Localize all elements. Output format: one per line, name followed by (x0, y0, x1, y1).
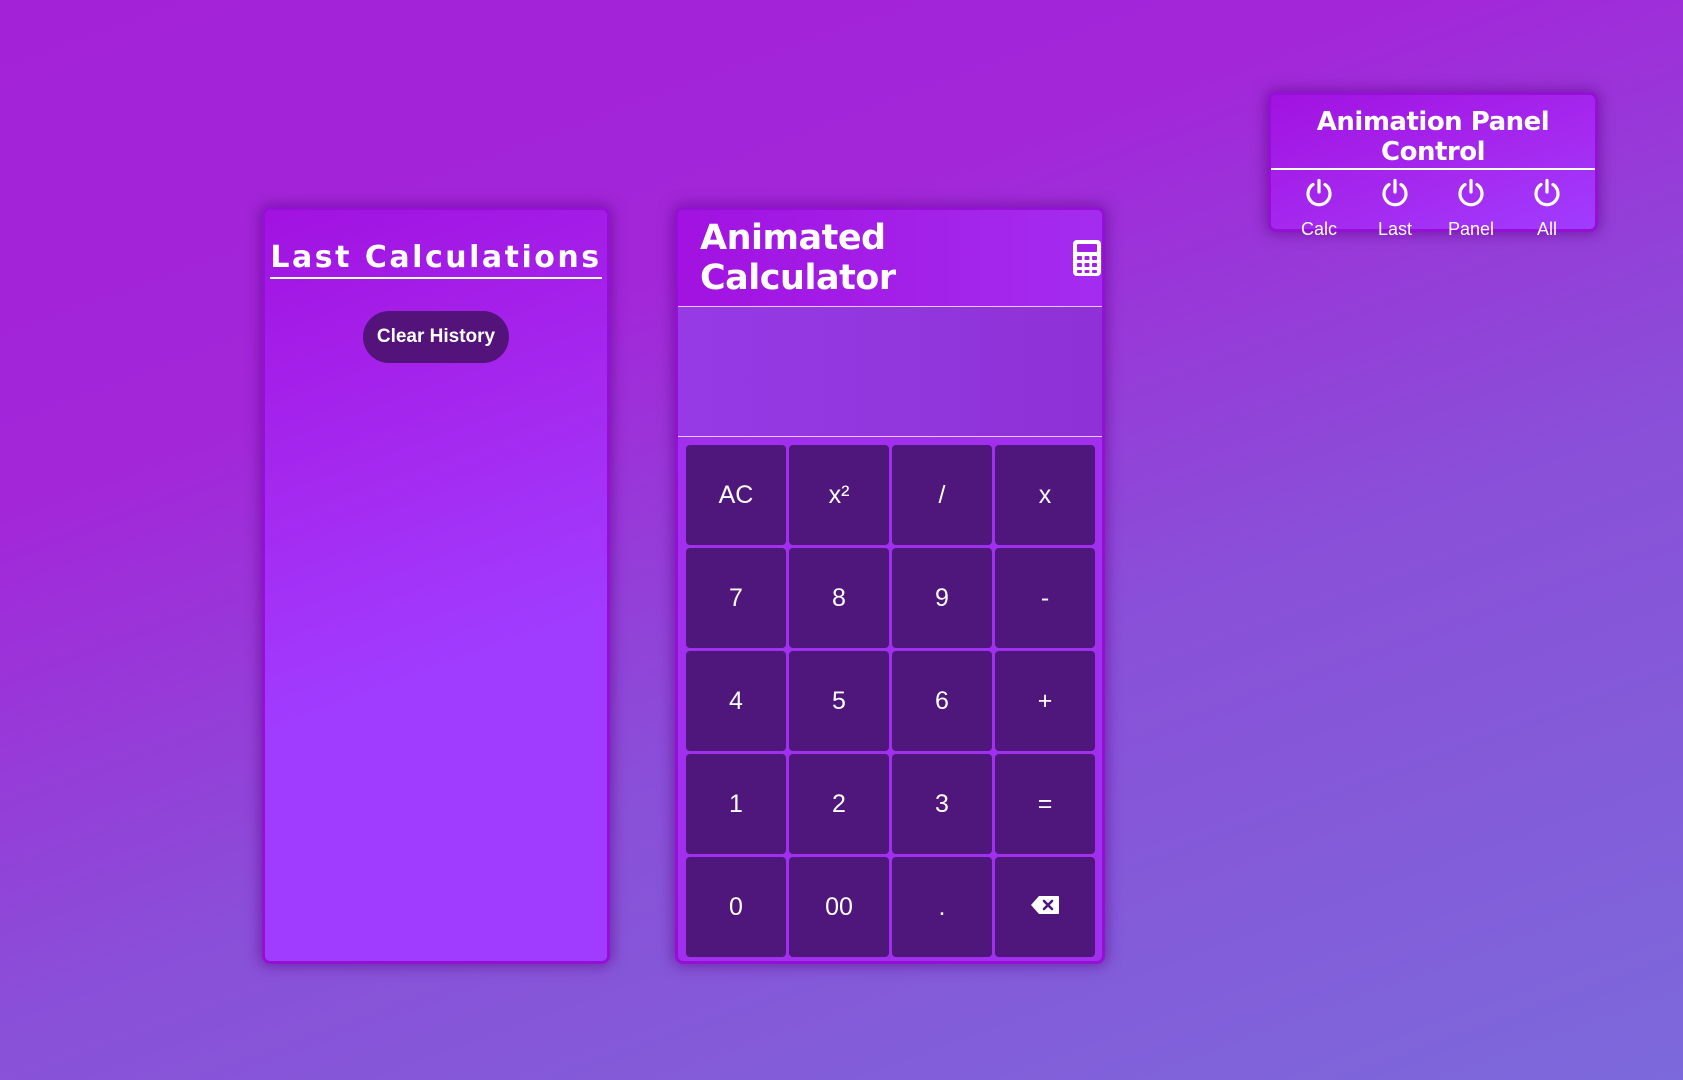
calculator-title: Animated Calculator (700, 218, 896, 298)
key-divide[interactable]: / (892, 445, 992, 545)
calculator-header: Animated Calculator (678, 210, 1102, 307)
toggle-panel[interactable]: Panel (1436, 178, 1506, 240)
key-clear-all[interactable]: AC (686, 445, 786, 545)
power-icon (1304, 178, 1334, 213)
calculator-keypad: AC x² / x 7 8 9- 4 5 6 +1 2 3 = 0 00. (678, 437, 1102, 957)
key-3[interactable]: 3 (892, 754, 992, 854)
key-2[interactable]: 2 (789, 754, 889, 854)
key-4[interactable]: 4 (686, 651, 786, 751)
key-subtract[interactable]: - (995, 548, 1095, 648)
toggle-last[interactable]: Last (1360, 178, 1430, 240)
calculator-icon (1072, 239, 1102, 277)
key-square[interactable]: x² (789, 445, 889, 545)
clear-history-button[interactable]: Clear History (363, 311, 509, 363)
key-0[interactable]: 0 (686, 857, 786, 957)
toggle-label: Last (1377, 219, 1413, 239)
backspace-icon (1030, 893, 1060, 922)
animation-toggles: Calc Last Panel All (1271, 170, 1595, 240)
toggle-label: All (1536, 219, 1557, 239)
key-add[interactable]: + (995, 651, 1095, 751)
power-icon (1532, 178, 1562, 213)
calculator-display (678, 307, 1102, 437)
key-8[interactable]: 8 (789, 548, 889, 648)
key-equals[interactable]: = (995, 754, 1095, 854)
key-5[interactable]: 5 (789, 651, 889, 751)
calculator-panel: Animated Calculator AC x² / x 7 8 9- 4 5 6 +1 2 3 = 0 0… (675, 207, 1105, 964)
key-multiply[interactable]: x (995, 445, 1095, 545)
history-title: Last Calculations (270, 240, 602, 279)
key-7[interactable]: 7 (686, 548, 786, 648)
toggle-calc[interactable]: Calc (1284, 178, 1354, 240)
key-9[interactable]: 9 (892, 548, 992, 648)
key-decimal[interactable]: . (892, 857, 992, 957)
key-6[interactable]: 6 (892, 651, 992, 751)
animation-panel-title: Animation Panel Control (1271, 107, 1595, 170)
power-icon (1456, 178, 1486, 213)
animation-panel: Animation Panel Control Calc Last Panel All (1268, 92, 1598, 239)
toggle-label: Panel (1447, 219, 1495, 239)
key-backspace[interactable] (995, 857, 1095, 957)
power-icon (1380, 178, 1410, 213)
toggle-all[interactable]: All (1512, 178, 1582, 240)
key-1[interactable]: 1 (686, 754, 786, 854)
key-double-zero[interactable]: 00 (789, 857, 889, 957)
toggle-label: Calc (1300, 219, 1337, 239)
history-panel: Last Calculations Clear History (262, 207, 610, 964)
